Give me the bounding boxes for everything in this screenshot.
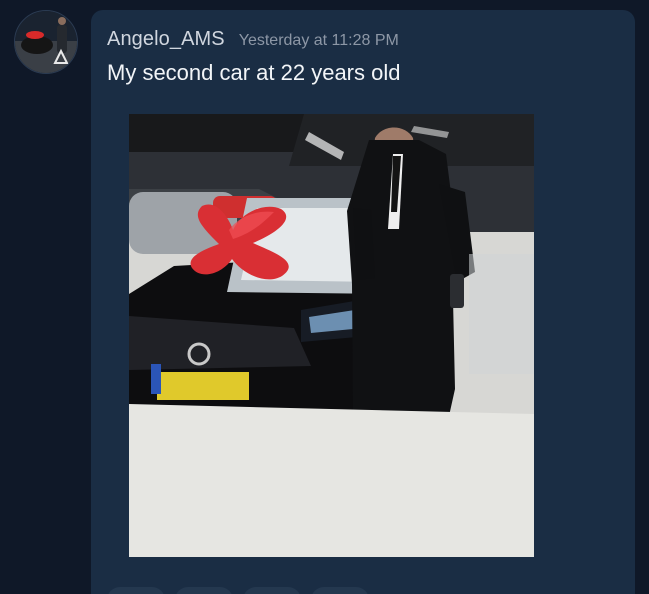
reaction-button[interactable] — [107, 587, 165, 594]
reaction-button[interactable] — [243, 587, 301, 594]
message-image[interactable] — [129, 114, 534, 557]
message-header: Angelo_AMS Yesterday at 11:28 PM — [107, 28, 399, 51]
author-name[interactable]: Angelo_AMS — [107, 28, 225, 51]
message-text: My second car at 22 years old — [107, 60, 401, 85]
reaction-button[interactable] — [175, 587, 233, 594]
reaction-button[interactable] — [311, 587, 369, 594]
avatar-icon — [15, 11, 77, 73]
chat-window: Angelo_AMS Yesterday at 11:28 PM My seco… — [0, 0, 649, 594]
avatar[interactable] — [14, 10, 78, 74]
message-card: Angelo_AMS Yesterday at 11:28 PM My seco… — [91, 10, 635, 594]
car-photo-icon — [129, 114, 534, 557]
timestamp: Yesterday at 11:28 PM — [238, 32, 399, 49]
reaction-bar — [107, 587, 369, 594]
